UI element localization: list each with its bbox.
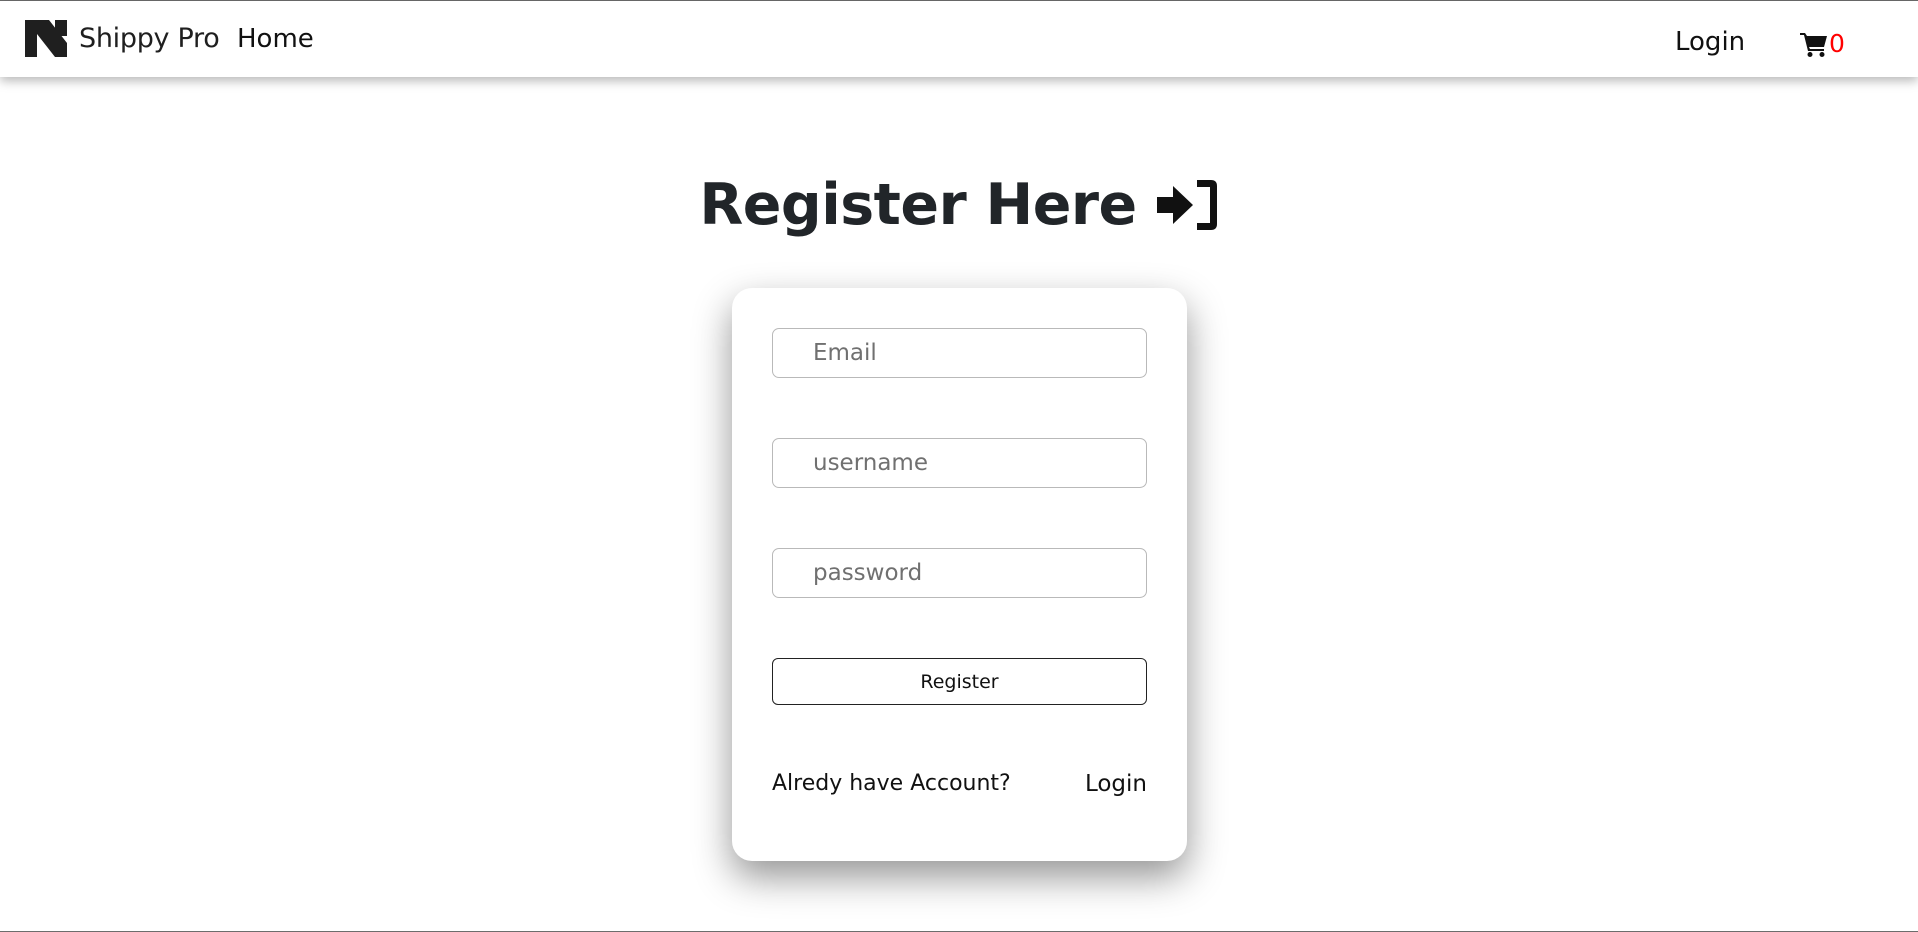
register-card: Register Alredy have Account? Login bbox=[732, 288, 1187, 861]
sign-in-arrow-icon bbox=[1156, 180, 1217, 230]
page-title-text: Register Here bbox=[699, 172, 1137, 238]
email-field[interactable] bbox=[772, 328, 1147, 378]
page-title: Register Here bbox=[0, 169, 1918, 241]
brand-name[interactable]: Shippy Pro bbox=[79, 22, 220, 56]
cart-button[interactable]: 0 bbox=[1800, 29, 1845, 59]
nav-home-link[interactable]: Home bbox=[237, 22, 314, 56]
cart-count: 0 bbox=[1829, 29, 1845, 58]
n-logo-icon[interactable] bbox=[25, 20, 67, 57]
shopping-cart-icon bbox=[1800, 33, 1827, 57]
login-link[interactable]: Login bbox=[1085, 769, 1147, 799]
top-navbar: Shippy Pro Home Login 0 bbox=[0, 1, 1918, 77]
password-field[interactable] bbox=[772, 548, 1147, 598]
page: Shippy Pro Home Login 0 Register Here Re… bbox=[0, 0, 1918, 932]
already-have-account-text: Alredy have Account? bbox=[772, 771, 1011, 796]
register-button[interactable]: Register bbox=[772, 658, 1147, 705]
username-field[interactable] bbox=[772, 438, 1147, 488]
nav-login-link[interactable]: Login bbox=[1675, 25, 1745, 59]
